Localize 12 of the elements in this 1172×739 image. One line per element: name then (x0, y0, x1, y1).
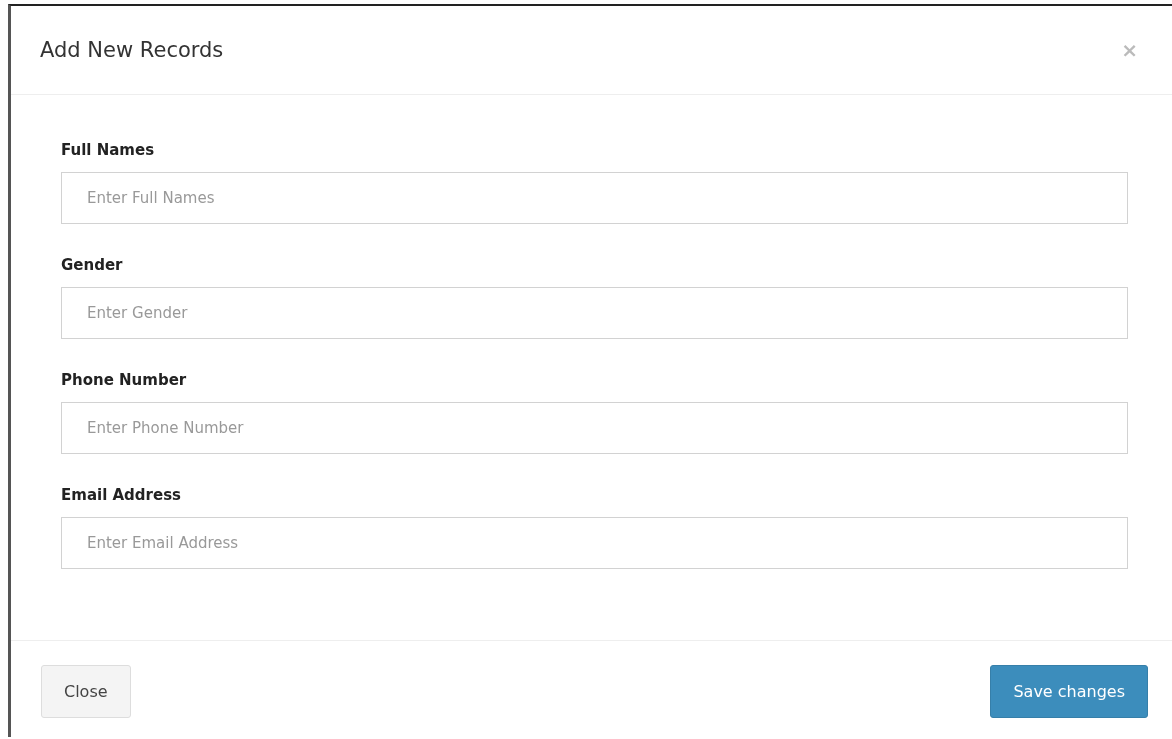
save-button[interactable]: Save changes (990, 665, 1148, 718)
close-button[interactable]: Close (41, 665, 131, 718)
input-field[interactable]: Enter Email Address (61, 517, 1128, 569)
dialog-title: Add New Records (40, 38, 224, 62)
field-label: Gender (61, 255, 123, 275)
field-label: Phone Number (61, 370, 187, 390)
field-label: Full Names (61, 140, 155, 160)
input-field[interactable]: Enter Full Names (61, 172, 1128, 224)
field-label: Email Address (61, 485, 181, 505)
input-field[interactable]: Enter Phone Number (61, 402, 1128, 454)
close-button[interactable]: × (1117, 38, 1142, 62)
input-field[interactable]: Enter Gender (61, 287, 1128, 339)
